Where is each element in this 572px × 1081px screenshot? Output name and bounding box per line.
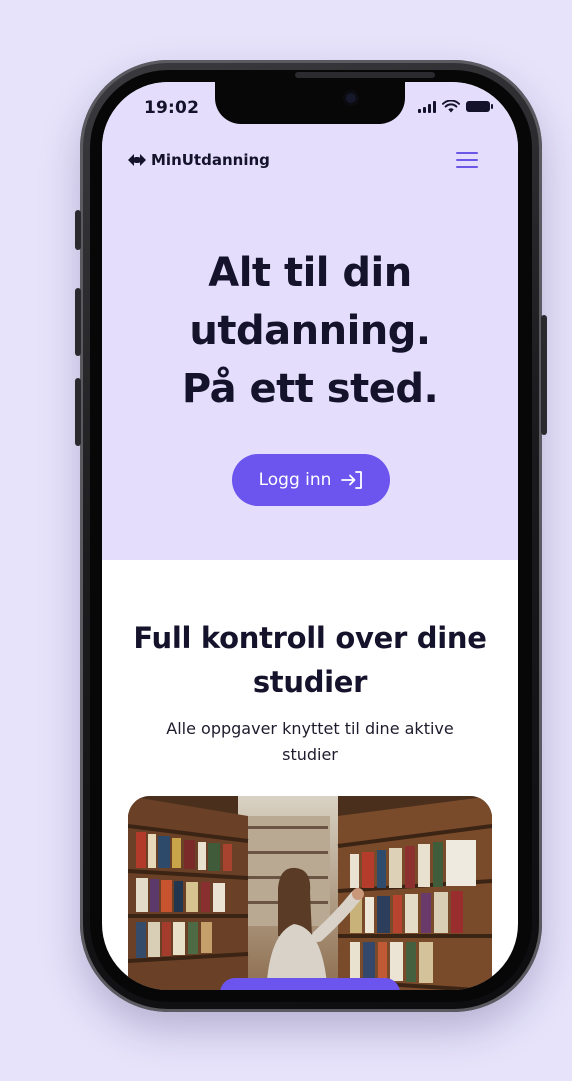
logo-mark-icon xyxy=(128,154,146,166)
top-navbar: MinUtdanning xyxy=(128,148,478,172)
mute-switch xyxy=(75,210,81,250)
hero-title-line: Alt til din xyxy=(208,250,412,296)
phone-screen: 19:02 MinUtdanning Alt til din utdanning… xyxy=(102,82,518,990)
hero-title-line: utdanning. xyxy=(189,308,431,354)
library-photo-illustration xyxy=(128,796,492,990)
volume-down-button xyxy=(75,378,81,446)
section-subtitle-line: studier xyxy=(282,745,338,764)
library-photo xyxy=(128,796,492,990)
power-button xyxy=(541,315,547,435)
section-title: Full kontroll over dine studier xyxy=(102,616,518,704)
section-subtitle-line: Alle oppgaver knyttet til dine aktive xyxy=(166,719,454,738)
notch xyxy=(215,82,405,124)
brand-logo[interactable]: MinUtdanning xyxy=(128,151,270,169)
login-button-label: Logg inn xyxy=(258,470,332,490)
volume-up-button xyxy=(75,288,81,356)
login-arrow-icon xyxy=(341,471,363,489)
wifi-icon xyxy=(442,100,460,113)
battery-icon xyxy=(466,101,493,112)
phone-top-edge xyxy=(295,72,435,78)
bottom-cta-button[interactable] xyxy=(220,978,400,990)
status-time: 19:02 xyxy=(144,98,200,118)
section-title-line: studier xyxy=(252,665,368,699)
section-title-line: Full kontroll over dine xyxy=(133,621,487,655)
status-icons xyxy=(418,100,493,113)
brand-name: MinUtdanning xyxy=(151,151,270,169)
cellular-signal-icon xyxy=(418,100,436,113)
front-camera xyxy=(343,90,359,106)
section-subtitle: Alle oppgaver knyttet til dine aktive st… xyxy=(142,716,478,768)
hero-title: Alt til din utdanning. På ett sted. xyxy=(102,244,518,418)
page-background: 19:02 MinUtdanning Alt til din utdanning… xyxy=(0,0,572,1081)
login-button[interactable]: Logg inn xyxy=(232,454,390,506)
hero-title-line: På ett sted. xyxy=(181,366,439,412)
hero-section: 19:02 MinUtdanning Alt til din utdanning… xyxy=(102,82,518,560)
hamburger-menu-icon[interactable] xyxy=(456,152,478,168)
